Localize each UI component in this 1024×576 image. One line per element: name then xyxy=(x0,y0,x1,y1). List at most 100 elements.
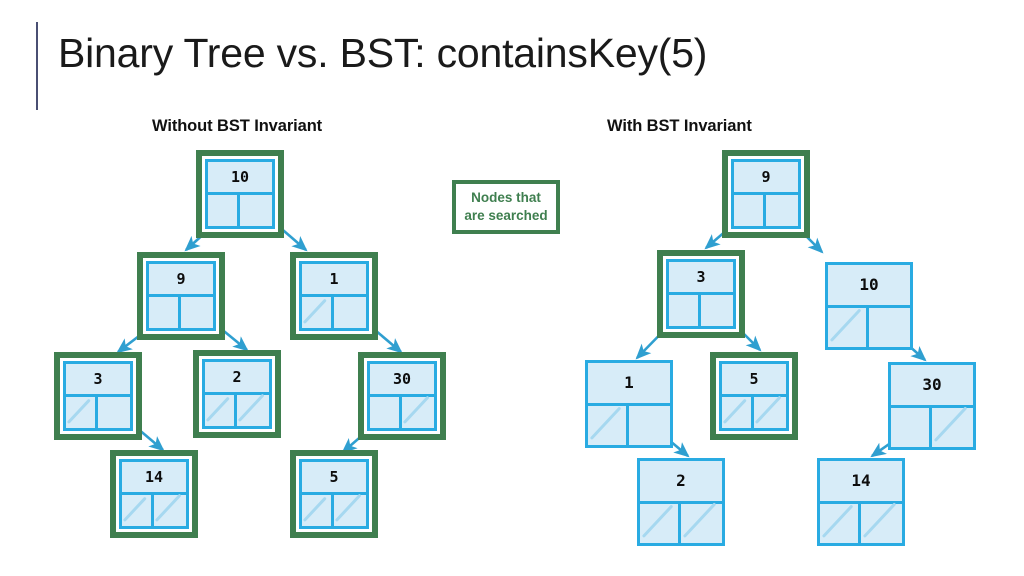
right-child-pointer-cell xyxy=(861,504,902,543)
node-key-value: 3 xyxy=(669,262,733,296)
left-child-pointer-cell xyxy=(302,495,334,526)
node-body: 30 xyxy=(888,362,976,450)
node-body: 10 xyxy=(205,159,275,229)
node-key-value: 30 xyxy=(891,365,973,408)
tree-node-right-1: 1 xyxy=(585,360,673,448)
left-child-pointer-cell xyxy=(828,307,869,347)
node-body: 14 xyxy=(119,459,189,529)
node-child-pointers xyxy=(820,503,902,543)
right-child-pointer-cell xyxy=(932,408,973,447)
node-key-value: 2 xyxy=(640,461,722,504)
column-header-with-bst: With BST Invariant xyxy=(607,117,752,135)
tree-node-left-9: 9 xyxy=(137,252,225,340)
node-child-pointers xyxy=(588,405,670,445)
slide-canvas: Binary Tree vs. BST: containsKey(5) With… xyxy=(0,0,1024,576)
node-key-value: 2 xyxy=(205,362,269,396)
right-child-pointer-cell xyxy=(154,495,186,526)
node-key-value: 9 xyxy=(149,264,213,298)
right-child-pointer-cell xyxy=(181,297,213,328)
node-body: 10 xyxy=(825,262,913,350)
left-child-pointer-cell xyxy=(302,297,334,328)
node-body: 3 xyxy=(63,361,133,431)
node-key-value: 9 xyxy=(734,162,798,196)
tree-node-left-1: 1 xyxy=(290,252,378,340)
node-key-value: 10 xyxy=(828,265,910,308)
node-child-pointers xyxy=(722,397,786,428)
page-title: Binary Tree vs. BST: containsKey(5) xyxy=(58,30,708,76)
tree-node-right-2: 2 xyxy=(637,458,725,546)
node-key-value: 5 xyxy=(722,364,786,398)
node-child-pointers xyxy=(302,297,366,328)
node-child-pointers xyxy=(122,495,186,526)
node-body: 9 xyxy=(731,159,801,229)
right-child-pointer-cell xyxy=(701,295,733,326)
node-child-pointers xyxy=(66,397,130,428)
column-header-without-bst: Without BST Invariant xyxy=(152,117,323,135)
node-key-value: 30 xyxy=(370,364,434,398)
tree-node-left-30: 30 xyxy=(358,352,446,440)
node-child-pointers xyxy=(149,297,213,328)
tree-node-right-9: 9 xyxy=(722,150,810,238)
node-child-pointers xyxy=(734,195,798,226)
left-child-pointer-cell xyxy=(640,503,681,543)
legend-line-2: are searched xyxy=(464,208,548,223)
legend-line-1: Nodes that xyxy=(471,189,541,205)
right-child-pointer-cell xyxy=(334,495,366,526)
left-child-pointer-cell xyxy=(820,503,861,543)
left-child-pointer-cell xyxy=(205,395,237,426)
right-child-pointer-cell xyxy=(334,297,366,328)
node-key-value: 3 xyxy=(66,364,130,398)
right-child-pointer-cell xyxy=(98,397,130,428)
right-child-pointer-cell xyxy=(629,406,670,445)
node-key-value: 10 xyxy=(208,162,272,196)
left-child-pointer-cell xyxy=(669,295,701,326)
node-body: 5 xyxy=(299,459,369,529)
node-child-pointers xyxy=(302,495,366,526)
node-key-value: 14 xyxy=(122,462,186,496)
node-key-value: 1 xyxy=(588,363,670,406)
tree-node-left-10: 10 xyxy=(196,150,284,238)
node-body: 30 xyxy=(367,361,437,431)
tree-node-right-14: 14 xyxy=(817,458,905,546)
title-accent-bar xyxy=(36,22,38,110)
left-child-pointer-cell xyxy=(588,405,629,445)
left-child-pointer-cell xyxy=(891,407,932,447)
tree-node-right-10: 10 xyxy=(825,262,913,350)
node-child-pointers xyxy=(208,195,272,226)
right-child-pointer-cell xyxy=(681,504,722,543)
tree-node-right-3: 3 xyxy=(657,250,745,338)
tree-node-left-2: 2 xyxy=(193,350,281,438)
node-body: 1 xyxy=(585,360,673,448)
right-child-pointer-cell xyxy=(869,308,910,347)
tree-node-right-30: 30 xyxy=(888,362,976,450)
node-child-pointers xyxy=(640,503,722,543)
node-key-value: 1 xyxy=(302,264,366,298)
node-child-pointers xyxy=(669,295,733,326)
node-body: 1 xyxy=(299,261,369,331)
node-body: 3 xyxy=(666,259,736,329)
node-child-pointers xyxy=(205,395,269,426)
left-child-pointer-cell xyxy=(149,297,181,328)
node-child-pointers xyxy=(370,397,434,428)
node-child-pointers xyxy=(891,407,973,447)
node-key-value: 5 xyxy=(302,462,366,496)
left-child-pointer-cell xyxy=(370,397,402,428)
tree-node-left-5: 5 xyxy=(290,450,378,538)
tree-node-right-5: 5 xyxy=(710,352,798,440)
legend-searched-nodes: Nodes that are searched xyxy=(452,180,560,234)
left-child-pointer-cell xyxy=(734,195,766,226)
node-body: 2 xyxy=(637,458,725,546)
left-child-pointer-cell xyxy=(208,195,240,226)
node-body: 2 xyxy=(202,359,272,429)
node-child-pointers xyxy=(828,307,910,347)
right-child-pointer-cell xyxy=(240,195,272,226)
tree-node-left-3: 3 xyxy=(54,352,142,440)
left-child-pointer-cell xyxy=(66,397,98,428)
node-body: 9 xyxy=(146,261,216,331)
left-child-pointer-cell xyxy=(122,495,154,526)
right-child-pointer-cell xyxy=(402,397,434,428)
node-body: 5 xyxy=(719,361,789,431)
node-body: 14 xyxy=(817,458,905,546)
tree-node-left-14: 14 xyxy=(110,450,198,538)
node-key-value: 14 xyxy=(820,461,902,504)
